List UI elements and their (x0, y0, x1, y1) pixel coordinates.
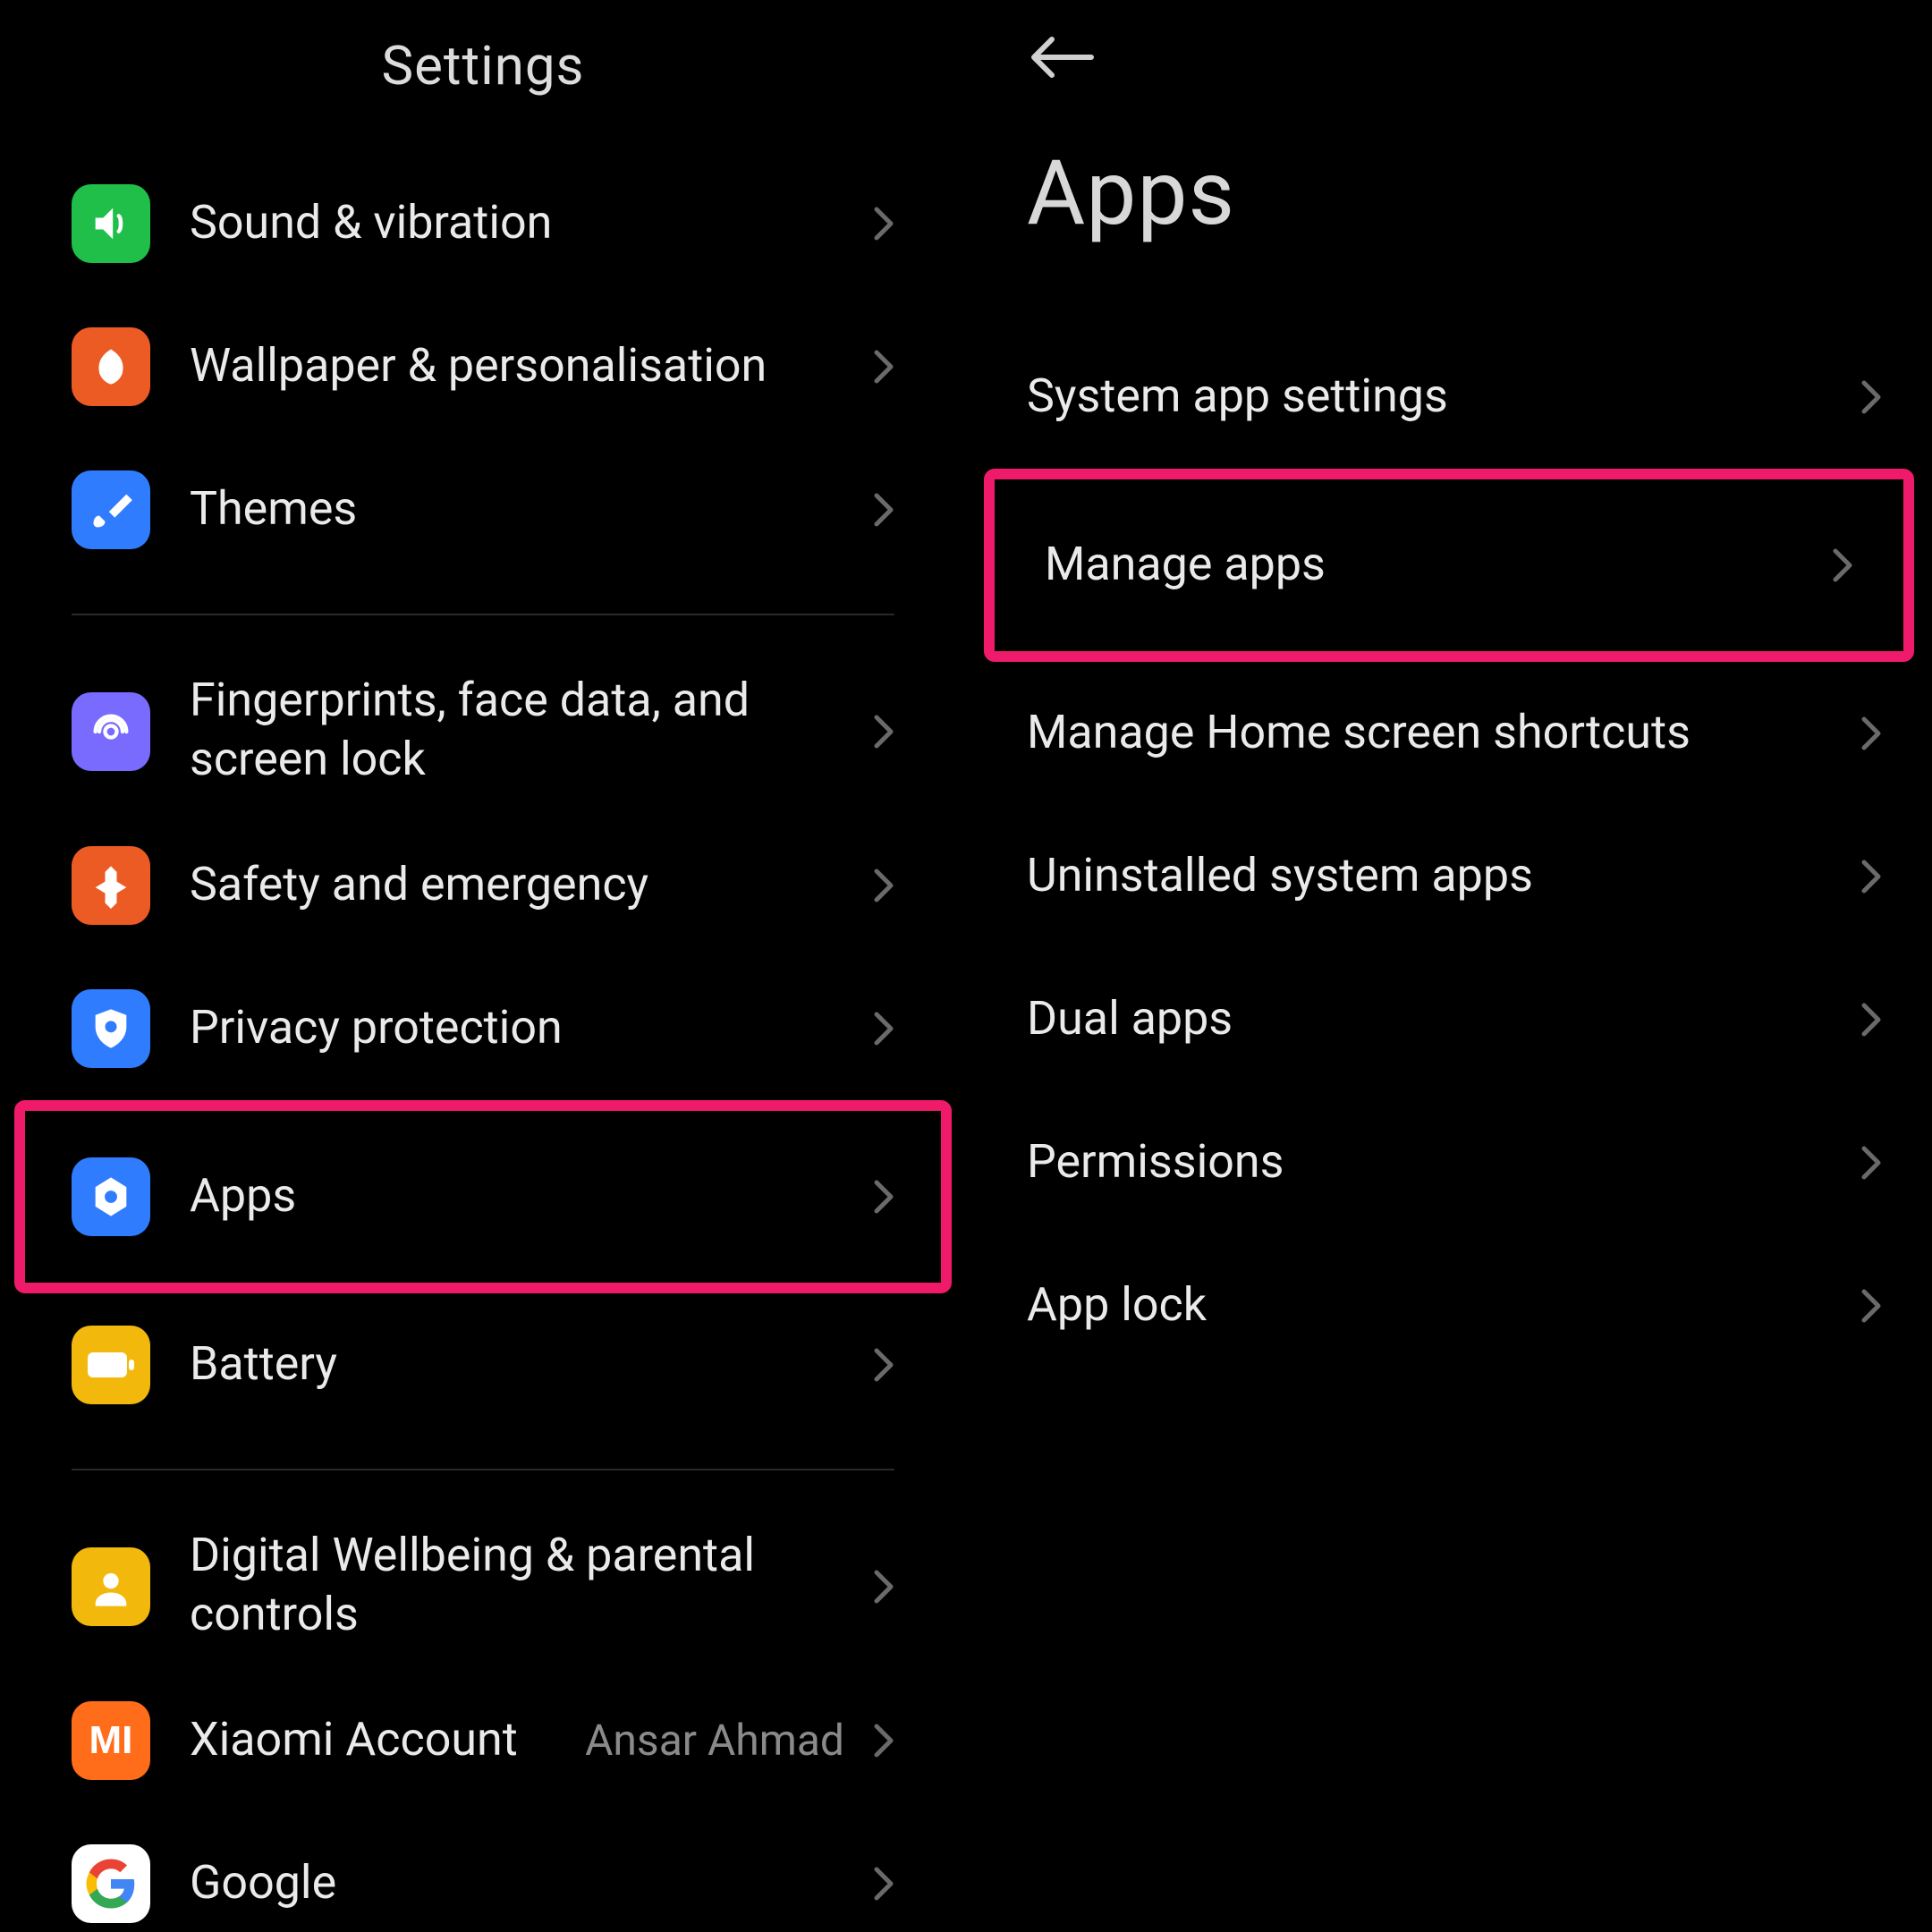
settings-item-finger[interactable]: Fingerprints, face data, and screen lock (0, 648, 966, 814)
settings-item-label: Google (190, 1855, 862, 1913)
apps-item-label: Uninstalled system apps (1027, 848, 1860, 906)
chevron-right-icon (873, 868, 894, 903)
apps-item-label: Dual apps (1027, 991, 1860, 1049)
settings-item-label: Privacy protection (190, 1000, 862, 1058)
settings-item-label: Sound & vibration (190, 195, 862, 253)
settings-item-label: Themes (190, 481, 862, 539)
settings-item-label: Xiaomi Account (190, 1712, 585, 1770)
settings-title: Settings (0, 0, 966, 152)
speaker-icon (72, 184, 150, 263)
chevron-right-icon (1860, 716, 1882, 751)
back-button[interactable] (966, 0, 1932, 82)
apps-title: Apps (966, 82, 1932, 326)
chevron-right-icon (1860, 1288, 1882, 1324)
settings-item-label: Safety and emergency (190, 857, 862, 915)
chevron-right-icon (873, 492, 894, 528)
settings-item-label: Wallpaper & personalisation (190, 338, 862, 396)
back-arrow-icon (1027, 32, 1098, 82)
chevron-right-icon (1860, 859, 1882, 894)
settings-item-battery[interactable]: Battery (0, 1293, 966, 1436)
chevron-right-icon (1860, 1002, 1882, 1038)
fprint-icon (72, 691, 150, 770)
apps-item-permissions[interactable]: Permissions (966, 1091, 1932, 1234)
chevron-right-icon (873, 713, 894, 749)
shield-icon (72, 989, 150, 1068)
apps-item-label: Manage apps (1045, 537, 1832, 595)
chevron-right-icon (873, 1568, 894, 1604)
apps-item-system-app-settings[interactable]: System app settings (966, 326, 1932, 469)
alert-icon (72, 846, 150, 925)
settings-item-apps[interactable]: Apps (72, 1125, 894, 1268)
gearhex-icon (72, 1157, 150, 1236)
divider (72, 1469, 894, 1470)
brush-icon (72, 470, 150, 549)
apps-item-label: Manage Home screen shortcuts (1027, 705, 1860, 763)
apps-item-app-lock[interactable]: App lock (966, 1234, 1932, 1377)
settings-item-label: Digital Wellbeing & parental controls (190, 1528, 862, 1644)
chevron-right-icon (873, 206, 894, 242)
settings-item-xiaomi[interactable]: MI Xiaomi AccountAnsar Ahmad (0, 1669, 966, 1812)
settings-item-label: Fingerprints, face data, and screen lock (190, 673, 862, 789)
settings-item-wall[interactable]: Wallpaper & personalisation (0, 295, 966, 438)
chevron-right-icon (1860, 379, 1882, 415)
chevron-right-icon (873, 1011, 894, 1046)
apps-item-label: App lock (1027, 1277, 1860, 1335)
apps-item-dual-apps[interactable]: Dual apps (966, 948, 1932, 1091)
chevron-right-icon (873, 1723, 894, 1758)
apps-item-label: Permissions (1027, 1134, 1860, 1192)
highlight-apps: Apps (14, 1100, 952, 1293)
apps-item-label: System app settings (1027, 369, 1860, 427)
chevron-right-icon (1860, 1145, 1882, 1181)
chevron-right-icon (1832, 547, 1853, 583)
settings-item-safety[interactable]: Safety and emergency (0, 814, 966, 957)
settings-item-sound[interactable]: Sound & vibration (0, 152, 966, 295)
chevron-right-icon (873, 1347, 894, 1383)
chevron-right-icon (873, 1179, 894, 1215)
settings-item-privacy[interactable]: Privacy protection (0, 957, 966, 1100)
apps-pane: Apps System app settings Manage apps Manag… (966, 0, 1932, 1932)
settings-item-google[interactable]: Google (0, 1812, 966, 1932)
chevron-right-icon (873, 349, 894, 385)
chevron-right-icon (873, 1866, 894, 1902)
apps-item-uninstalled[interactable]: Uninstalled system apps (966, 805, 1932, 948)
mi-icon: MI (72, 1701, 150, 1780)
settings-item-themes[interactable]: Themes (0, 438, 966, 581)
settings-item-label: Apps (190, 1168, 862, 1226)
highlight-manage-apps: Manage apps (984, 469, 1914, 662)
leaf-icon (72, 327, 150, 406)
settings-pane: Settings Sound & vibration Wallpaper & pe… (0, 0, 966, 1932)
settings-item-label: Battery (190, 1336, 862, 1394)
google-icon (72, 1844, 150, 1923)
settings-item-dwb[interactable]: Digital Wellbeing & parental controls (0, 1503, 966, 1669)
divider (72, 614, 894, 615)
secondary-text: Ansar Ahmad (585, 1716, 844, 1766)
batt-icon (72, 1326, 150, 1404)
person-icon (72, 1546, 150, 1625)
apps-item-manage-shortcuts[interactable]: Manage Home screen shortcuts (966, 662, 1932, 805)
apps-item-manage-apps[interactable]: Manage apps (1013, 494, 1871, 637)
